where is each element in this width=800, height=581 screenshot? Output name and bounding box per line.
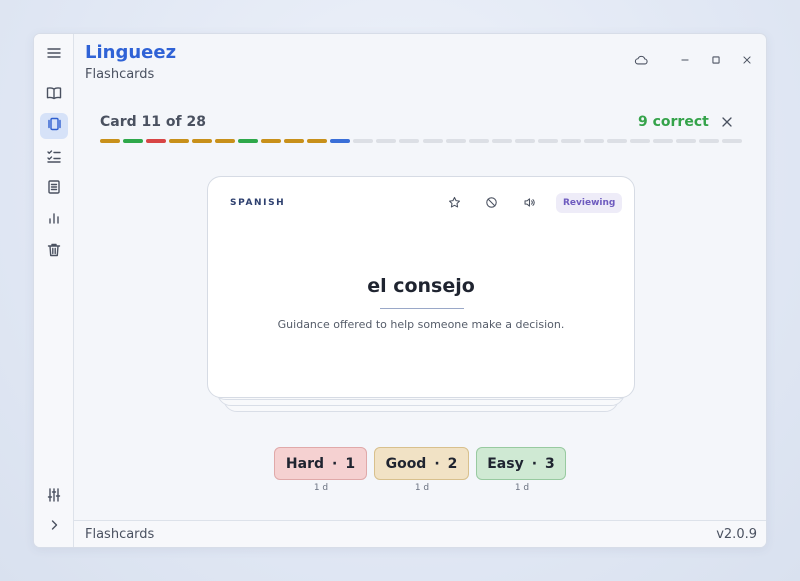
progress-segment-pending: [468, 139, 489, 143]
checklist-icon: [46, 148, 62, 168]
sidebar-item-library[interactable]: [40, 82, 68, 108]
progress-segment-good: [284, 139, 305, 143]
close-icon: [721, 113, 733, 132]
progress-segment-good: [215, 139, 236, 143]
progress-segment-pending: [698, 139, 719, 143]
progress-segment-good: [169, 139, 190, 143]
suspend-button[interactable]: [480, 193, 502, 213]
flashcard[interactable]: SPANISH Reviewing el consejo Guidance of…: [207, 176, 635, 398]
rating-shortcut: 3: [545, 455, 555, 472]
progress-segment-good: [307, 139, 328, 143]
sidebar: [34, 34, 74, 547]
sidebar-item-trash[interactable]: [40, 239, 68, 265]
rate-good-button[interactable]: Good · 2: [374, 447, 469, 480]
progress-segment-pending: [560, 139, 581, 143]
progress-segment-pending: [491, 139, 512, 143]
sliders-icon: [46, 487, 62, 507]
card-definition: Guidance offered to help someone make a …: [277, 318, 565, 331]
progress-segment-current: [330, 139, 351, 143]
rating-label: Hard: [285, 455, 324, 472]
status-bar: Flashcards v2.0.9: [74, 520, 766, 547]
card-progress-text: Card 11 of 28: [100, 114, 206, 130]
version-label: v2.0.9: [716, 527, 757, 542]
sidebar-item-quiz[interactable]: [40, 145, 68, 171]
book-icon: [46, 85, 62, 105]
good-interval: 1 d: [414, 483, 430, 493]
progress-segment-pending: [652, 139, 673, 143]
minimize-icon: [678, 52, 692, 71]
maximize-icon: [709, 52, 723, 71]
progress-segment-pending: [514, 139, 535, 143]
app-window: Lingueez Flashcards Card 11 of 28 9 corr…: [33, 33, 767, 548]
rating-separator: ·: [531, 455, 538, 472]
word-divider: [380, 308, 464, 309]
cloud-icon: [634, 52, 648, 71]
language-label: SPANISH: [230, 198, 286, 208]
progress-segment-good: [100, 139, 121, 143]
progress-segments: [100, 139, 742, 143]
close-window-button[interactable]: [737, 51, 757, 71]
progress-segment-pending: [675, 139, 696, 143]
sync-button[interactable]: [631, 51, 651, 71]
ban-icon: [485, 194, 498, 213]
sidebar-item-settings[interactable]: [40, 484, 68, 510]
progress-segment-easy: [238, 139, 259, 143]
speaker-icon: [523, 194, 536, 213]
sidebar-item-notes[interactable]: [40, 176, 68, 202]
progress-segment-pending: [606, 139, 627, 143]
card-stack: SPANISH Reviewing el consejo Guidance of…: [207, 176, 635, 416]
maximize-button[interactable]: [706, 51, 726, 71]
progress-segment-pending: [353, 139, 374, 143]
rating-label: Good: [385, 455, 427, 472]
rating-shortcut: 1: [345, 455, 356, 472]
trash-icon: [46, 242, 62, 262]
chevron-right-icon: [46, 517, 62, 537]
cards-icon: [46, 116, 62, 136]
progress-segment-pending: [376, 139, 397, 143]
rate-easy-button[interactable]: Easy · 3: [476, 447, 566, 480]
progress-segment-hard: [146, 139, 167, 143]
end-session-button[interactable]: [718, 113, 736, 131]
pronounce-button[interactable]: [518, 193, 540, 213]
bar-chart-icon: [46, 210, 62, 230]
document-icon: [46, 179, 62, 199]
progress-segment-pending: [721, 139, 742, 143]
progress-segment-pending: [537, 139, 558, 143]
progress-segment-good: [261, 139, 282, 143]
app-title: Lingueez: [85, 42, 177, 63]
status-badge: Reviewing: [556, 193, 623, 213]
rating-label: Easy: [487, 455, 524, 472]
close-icon: [740, 52, 754, 71]
status-bar-label: Flashcards: [85, 527, 155, 542]
progress-segment-pending: [629, 139, 650, 143]
rating-separator: ·: [332, 455, 338, 472]
card-word: el consejo: [367, 275, 475, 297]
rating-separator: ·: [434, 455, 440, 472]
page-subtitle: Flashcards: [85, 67, 155, 82]
menu-button[interactable]: [40, 42, 68, 68]
progress-segment-pending: [422, 139, 443, 143]
sidebar-expand-button[interactable]: [40, 514, 68, 540]
progress-segment-good: [192, 139, 213, 143]
correct-count: 9 correct: [638, 114, 709, 130]
favorite-button[interactable]: [443, 193, 465, 213]
star-icon: [448, 194, 461, 213]
hard-interval: 1 d: [313, 483, 329, 493]
menu-icon: [46, 45, 62, 65]
rating-shortcut: 2: [447, 455, 458, 472]
easy-interval: 1 d: [514, 483, 530, 493]
progress-segment-pending: [399, 139, 420, 143]
sidebar-item-flashcards[interactable]: [40, 113, 68, 139]
minimize-button[interactable]: [675, 51, 695, 71]
progress-segment-pending: [583, 139, 604, 143]
progress-segment-easy: [123, 139, 144, 143]
progress-segment-pending: [445, 139, 466, 143]
sidebar-item-stats[interactable]: [40, 207, 68, 233]
rate-hard-button[interactable]: Hard · 1: [274, 447, 367, 480]
